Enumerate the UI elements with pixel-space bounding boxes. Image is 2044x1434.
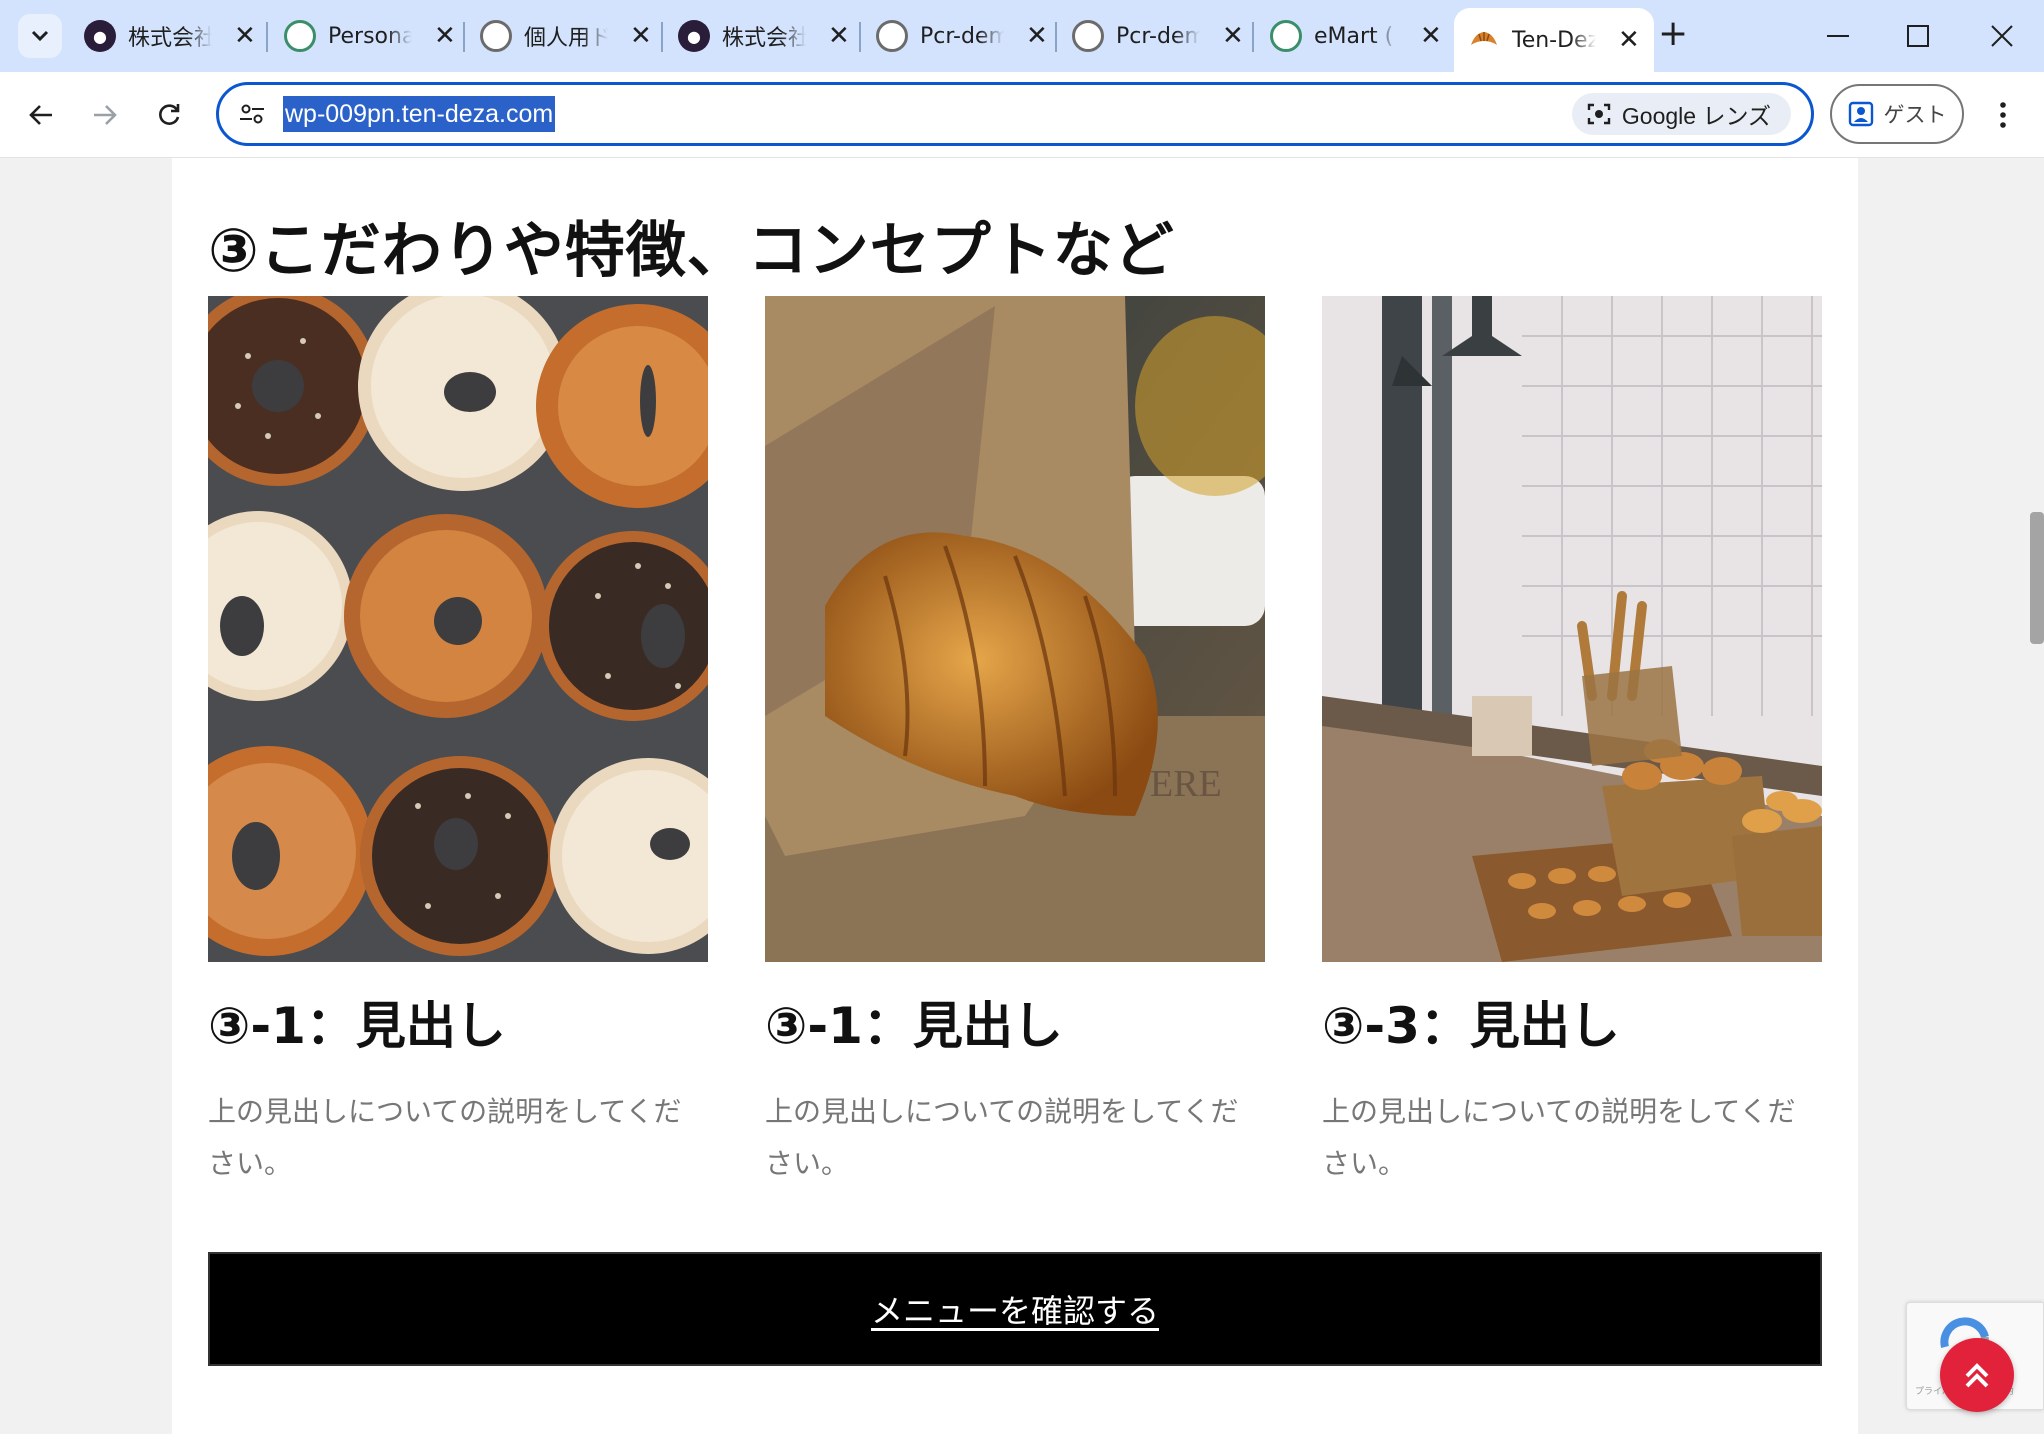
close-tab-icon[interactable]: ✕ [434, 23, 456, 49]
tab-title: eMart ( [1314, 23, 1394, 49]
card-description: 上の見出しについての説明をしてください。 [765, 1095, 1239, 1180]
minimize-icon[interactable] [1808, 14, 1868, 58]
tab-title: 株式会社 [128, 26, 212, 51]
tab-strip: ● 株式会社 ✕ Personal ✕ 個人用ドメ ✕ ● 株式会社 ✕ Pcr… [0, 0, 2044, 72]
lens-label: Google レンズ [1621, 103, 1771, 129]
gray-favicon-icon [480, 20, 512, 52]
tab-search-button[interactable] [18, 14, 62, 58]
card-heading: ③-1：見出し [208, 997, 506, 1055]
tab-3[interactable]: 個人用ドメ ✕ [466, 12, 666, 60]
reload-icon[interactable] [146, 92, 192, 138]
card-description: 上の見出しについての説明をしてください。 [1322, 1095, 1796, 1180]
tab-title: Pcr-demo [1116, 23, 1200, 49]
tab-7[interactable]: eMart ( ✕ [1256, 12, 1456, 60]
tab-title: 株式会社 [722, 26, 806, 51]
gray-favicon-icon [876, 20, 908, 52]
tab-separator [463, 22, 465, 52]
tab-title: 個人用ドメ [524, 26, 608, 51]
tab-title: Ten-Deza [1512, 27, 1596, 53]
tab-separator [266, 22, 268, 52]
feature-card-2: ERE ③-1：見出し 上の見出しについての説明をしてください。 [765, 296, 1265, 1190]
close-tab-icon[interactable]: ✕ [1420, 23, 1442, 49]
tab-2[interactable]: Personal ✕ [270, 12, 470, 60]
scrollbar-thumb[interactable] [2030, 512, 2044, 644]
feature-card-3: ③-3：見出し 上の見出しについての説明をしてください。 [1322, 296, 1822, 1190]
tab-6[interactable]: Pcr-demo ✕ [1058, 12, 1258, 60]
card-heading: ③-1：見出し [765, 997, 1063, 1055]
croissant-icon [1468, 24, 1500, 56]
double-chevron-up-icon [1965, 1363, 1989, 1388]
close-window-icon[interactable] [1972, 14, 2032, 58]
content-column: ③こだわりや特徴、コンセプトなど ③-1：見出し 上の見出しについての説明をして… [172, 158, 1858, 1434]
close-tab-icon[interactable]: ✕ [1618, 27, 1640, 53]
tab-title: Personal [328, 23, 412, 49]
address-bar[interactable]: wp-009pn.ten-deza.com Google レンズ [216, 82, 1814, 146]
tab-separator [1055, 22, 1057, 52]
bagels-photo [208, 296, 708, 962]
close-tab-icon[interactable]: ✕ [630, 23, 652, 49]
green-favicon-icon [1270, 20, 1302, 52]
close-tab-icon[interactable]: ✕ [1222, 23, 1244, 49]
card-heading: ③-3：見出し [1322, 997, 1620, 1055]
company-favicon-icon: ● [678, 20, 710, 52]
maximize-icon[interactable] [1888, 14, 1948, 58]
lens-camera-icon [1587, 103, 1611, 125]
view-menu-button[interactable]: メニューを確認する [208, 1252, 1822, 1366]
tab-5[interactable]: Pcr-demo ✕ [862, 12, 1062, 60]
tab-separator [1252, 22, 1254, 52]
tab-separator [661, 22, 663, 52]
close-tab-icon[interactable]: ✕ [1026, 23, 1048, 49]
chevron-down-icon [31, 30, 49, 42]
back-arrow-icon[interactable] [18, 92, 64, 138]
svg-text:ERE: ERE [1150, 763, 1222, 805]
tab-title: Pcr-demo [920, 23, 1004, 49]
feature-card-1: ③-1：見出し 上の見出しについての説明をしてください。 [208, 296, 708, 1190]
bakery-counter-photo [1322, 296, 1822, 962]
view-menu-label: メニューを確認する [870, 1292, 1159, 1330]
company-favicon-icon: ● [84, 20, 116, 52]
new-tab-plus-icon[interactable]: + [1658, 16, 1688, 52]
tab-separator [859, 22, 861, 52]
croissant-photo: ERE [765, 296, 1265, 962]
back-to-top-button[interactable] [1940, 1338, 2014, 1412]
site-settings-icon[interactable] [237, 99, 267, 129]
guest-label: ゲスト [1883, 103, 1947, 127]
guest-profile-button[interactable]: ゲスト [1830, 84, 1964, 144]
tab-8-active[interactable]: Ten-Deza ✕ [1454, 8, 1654, 72]
tab-4[interactable]: ● 株式会社 ✕ [664, 12, 864, 60]
google-lens-button[interactable]: Google レンズ [1571, 93, 1791, 135]
tab-1[interactable]: ● 株式会社 ✕ [70, 12, 270, 60]
card-description: 上の見出しについての説明をしてください。 [208, 1095, 682, 1180]
close-tab-icon[interactable]: ✕ [234, 23, 256, 49]
green-favicon-icon [284, 20, 316, 52]
section-title: ③こだわりや特徴、コンセプトなど [208, 216, 1175, 286]
more-menu-icon[interactable] [1988, 94, 2018, 136]
page-viewport: ③こだわりや特徴、コンセプトなど ③-1：見出し 上の見出しについての説明をして… [0, 158, 2044, 1434]
gray-favicon-icon [1072, 20, 1104, 52]
profile-icon [1848, 101, 1873, 127]
close-tab-icon[interactable]: ✕ [828, 23, 850, 49]
url-text[interactable]: wp-009pn.ten-deza.com [283, 96, 556, 132]
browser-toolbar: wp-009pn.ten-deza.com Google レンズ ゲスト [0, 72, 2044, 158]
forward-arrow-icon[interactable] [82, 92, 128, 138]
